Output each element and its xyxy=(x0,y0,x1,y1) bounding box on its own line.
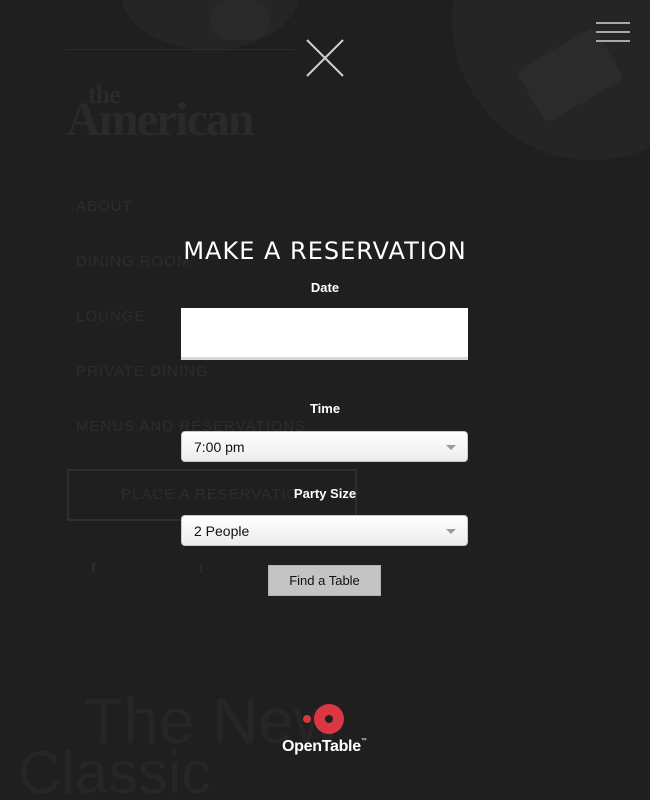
date-label: Date xyxy=(310,280,340,295)
hamburger-line xyxy=(596,31,630,33)
close-x-glyph xyxy=(306,39,344,77)
date-field[interactable] xyxy=(181,308,468,360)
background-nav-lounge: LOUNGE xyxy=(76,308,146,325)
time-select[interactable]: 7:00 pm xyxy=(181,431,468,462)
time-label: Time xyxy=(309,401,341,416)
hamburger-menu-icon[interactable] xyxy=(596,22,632,44)
time-select-value: 7:00 pm xyxy=(194,439,245,455)
hamburger-line xyxy=(596,40,630,42)
reservation-overlay-page: the American ABOUT DINING ROOM LOUNGE PR… xyxy=(0,0,650,800)
chevron-down-icon xyxy=(446,445,456,450)
opentable-ring-icon xyxy=(314,704,344,734)
opentable-wordmark: OpenTable™ xyxy=(282,738,367,756)
opentable-logo: OpenTable™ xyxy=(270,700,380,762)
hamburger-line xyxy=(596,22,630,24)
background-tagline-line2: Classic xyxy=(18,739,212,800)
party-size-label: Party Size xyxy=(293,486,357,501)
background-logo: American xyxy=(66,93,255,146)
background-nav-about: ABOUT xyxy=(76,198,133,215)
opentable-name: OpenTable xyxy=(282,738,361,755)
facebook-icon: f xyxy=(91,560,96,577)
twitter-icon: t xyxy=(199,560,203,576)
party-size-select[interactable]: 2 People xyxy=(181,515,468,546)
opentable-ring-hole xyxy=(325,715,333,723)
background-divider xyxy=(66,49,294,50)
find-a-table-button[interactable]: Find a Table xyxy=(268,565,381,596)
background-emblem-detail xyxy=(210,0,270,40)
close-icon[interactable] xyxy=(304,37,346,79)
opentable-dot-icon xyxy=(303,715,311,723)
background-nav-private-dining: PRIVATE DINING xyxy=(76,363,209,380)
party-size-select-value: 2 People xyxy=(194,523,250,539)
reservation-title: MAKE A RESERVATION xyxy=(183,237,467,265)
opentable-trademark: ™ xyxy=(360,738,367,744)
chevron-down-icon xyxy=(446,529,456,534)
